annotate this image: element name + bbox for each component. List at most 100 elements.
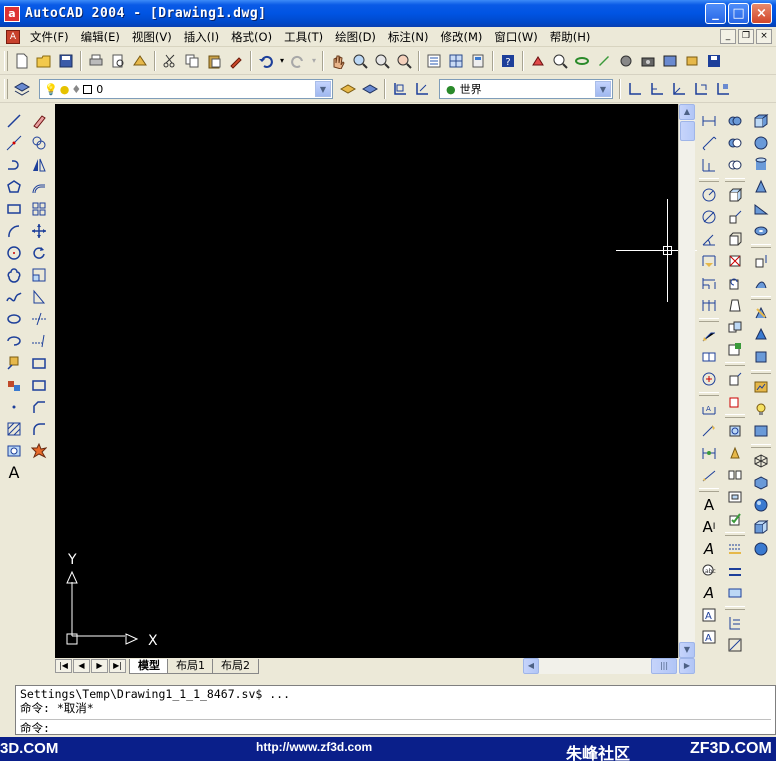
polygon-icon[interactable]: [3, 176, 25, 198]
tab-prev-icon[interactable]: ◀: [73, 659, 90, 673]
spline-icon[interactable]: [3, 286, 25, 308]
render-material-icon[interactable]: [750, 376, 772, 398]
camera-icon[interactable]: [637, 50, 659, 72]
layer-manager-icon[interactable]: [11, 78, 33, 100]
scroll-right-icon[interactable]: ▶: [679, 658, 695, 674]
wireframe-icon[interactable]: [750, 450, 772, 472]
plot-preview-icon[interactable]: [107, 50, 129, 72]
tool-palettes-icon[interactable]: [467, 50, 489, 72]
ucs-3point-icon[interactable]: [690, 78, 712, 100]
ellipse-arc-icon[interactable]: [3, 330, 25, 352]
baseline-dimension-icon[interactable]: [698, 272, 720, 294]
doc-minimize-button[interactable]: _: [720, 29, 736, 44]
close-button[interactable]: ×: [751, 3, 772, 24]
3d-mesh-icon[interactable]: [750, 346, 772, 368]
setup-drawing-icon[interactable]: [724, 538, 746, 560]
paste-icon[interactable]: [203, 50, 225, 72]
doc-restore-button[interactable]: ❐: [738, 29, 754, 44]
undo-icon[interactable]: [255, 50, 277, 72]
extrude-icon[interactable]: [750, 250, 772, 272]
redraw-icon[interactable]: [527, 50, 549, 72]
ucs-origin-icon[interactable]: [646, 78, 668, 100]
minimize-button[interactable]: _: [705, 3, 726, 24]
hidden-icon[interactable]: [615, 50, 637, 72]
new-file-icon[interactable]: [11, 50, 33, 72]
document-icon[interactable]: A: [6, 29, 20, 44]
ordinate-dimension-icon[interactable]: [698, 154, 720, 176]
radius-dimension-icon[interactable]: [698, 184, 720, 206]
interfere-icon[interactable]: [750, 302, 772, 324]
pan-realtime-icon[interactable]: [327, 50, 349, 72]
menu-modify[interactable]: 修改(M): [435, 28, 489, 46]
explode-icon[interactable]: [28, 440, 50, 462]
multiline-text-icon[interactable]: A: [3, 462, 25, 484]
scale-text-icon[interactable]: A: [698, 604, 720, 626]
command-window-grip[interactable]: [0, 685, 14, 735]
cut-icon[interactable]: [159, 50, 181, 72]
taper-faces-icon[interactable]: [724, 294, 746, 316]
sphere-icon[interactable]: [750, 132, 772, 154]
continue-dimension-icon[interactable]: [698, 294, 720, 316]
ucs-zaxis-icon[interactable]: [668, 78, 690, 100]
3d-face-icon[interactable]: [750, 324, 772, 346]
section-icon[interactable]: [724, 612, 746, 634]
subtract-icon[interactable]: [724, 132, 746, 154]
dimension-update-icon[interactable]: [698, 442, 720, 464]
tab-first-icon[interactable]: |◀: [55, 659, 72, 673]
layer-dropdown-arrow-icon[interactable]: ▼: [315, 81, 331, 97]
ucs-previous-icon[interactable]: [411, 78, 433, 100]
extend-icon[interactable]: [28, 330, 50, 352]
layer-dropdown[interactable]: 💡 ● ♦ 0 ▼: [39, 79, 333, 99]
imprint-icon[interactable]: [724, 420, 746, 442]
tab-last-icon[interactable]: ▶|: [109, 659, 126, 673]
shaded-box-icon[interactable]: [750, 472, 772, 494]
tab-layout1[interactable]: 布局1: [167, 658, 214, 674]
match-properties-icon[interactable]: [225, 50, 247, 72]
ucs-dropdown[interactable]: ● 世界 ▼: [439, 79, 613, 99]
zoom-extents-icon[interactable]: [549, 50, 571, 72]
torus-icon[interactable]: [750, 220, 772, 242]
ucs-object-icon[interactable]: [712, 78, 734, 100]
text-icon[interactable]: A: [698, 494, 720, 516]
save-all-icon[interactable]: [703, 50, 725, 72]
zoom-previous-icon[interactable]: [393, 50, 415, 72]
scroll-left-icon[interactable]: ◀: [523, 658, 539, 674]
diameter-dimension-icon[interactable]: [698, 206, 720, 228]
line-icon[interactable]: [3, 110, 25, 132]
rotate-icon[interactable]: [28, 242, 50, 264]
menu-help[interactable]: 帮助(H): [544, 28, 597, 46]
rectangle-icon[interactable]: [3, 198, 25, 220]
horizontal-scroll-thumb[interactable]: |||: [651, 658, 677, 674]
make-block-icon[interactable]: [3, 374, 25, 396]
menu-insert[interactable]: 插入(I): [178, 28, 225, 46]
mirror-icon[interactable]: [28, 154, 50, 176]
save-icon[interactable]: [55, 50, 77, 72]
scroll-up-icon[interactable]: ▲: [679, 104, 695, 120]
copy-edges-icon[interactable]: [724, 368, 746, 390]
3d-orbit-icon[interactable]: [571, 50, 593, 72]
flat-shaded-icon[interactable]: [750, 516, 772, 538]
text-style-icon[interactable]: A: [698, 582, 720, 604]
help-icon[interactable]: ?: [497, 50, 519, 72]
hatch-icon[interactable]: [3, 418, 25, 440]
tab-model[interactable]: 模型: [129, 658, 169, 674]
scroll-down-icon[interactable]: ▼: [679, 642, 695, 658]
shaded-sphere-icon[interactable]: [750, 494, 772, 516]
publish-icon[interactable]: [129, 50, 151, 72]
tab-next-icon[interactable]: ▶: [91, 659, 108, 673]
menu-window[interactable]: 窗口(W): [488, 28, 543, 46]
zoom-window-icon[interactable]: [371, 50, 393, 72]
layer-previous-icon[interactable]: [359, 78, 381, 100]
ucs-dropdown-arrow-icon[interactable]: ▼: [595, 81, 611, 97]
separate-icon[interactable]: [724, 464, 746, 486]
copy-object-icon[interactable]: [28, 132, 50, 154]
cone-icon[interactable]: [750, 176, 772, 198]
break-icon[interactable]: [28, 352, 50, 374]
linear-dimension-icon[interactable]: [698, 110, 720, 132]
region-icon[interactable]: [3, 440, 25, 462]
extrude-faces-icon[interactable]: [724, 184, 746, 206]
angular-dimension-icon[interactable]: [698, 228, 720, 250]
array-icon[interactable]: [28, 198, 50, 220]
intersect-icon[interactable]: [724, 154, 746, 176]
make-object-layer-current-icon[interactable]: [337, 78, 359, 100]
